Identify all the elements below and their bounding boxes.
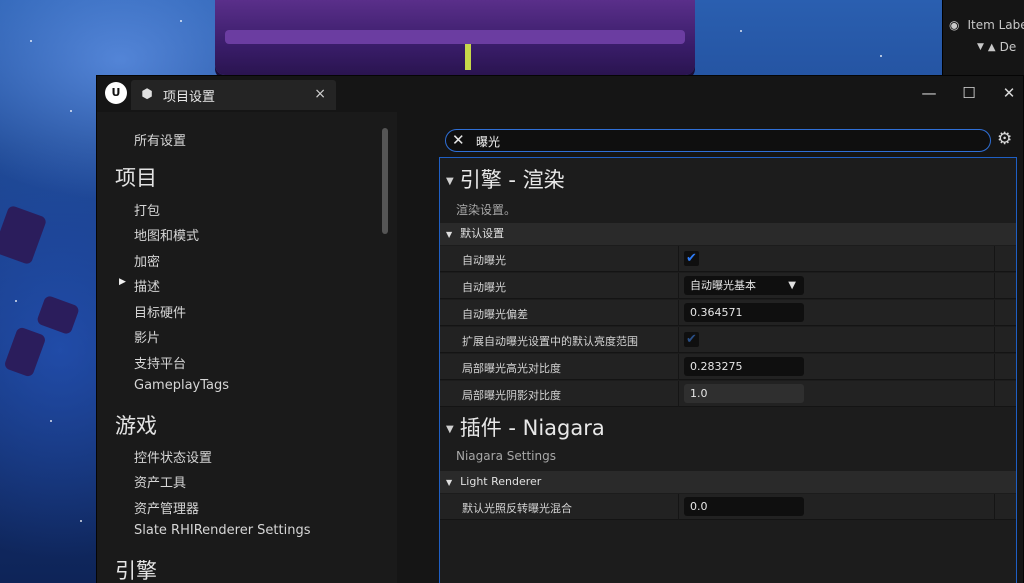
nav-item[interactable]: Slate RHIRenderer Settings — [134, 523, 311, 538]
nav-item[interactable]: 支持平台 — [134, 353, 186, 372]
checkmark-icon: ✔ — [686, 251, 697, 266]
category-header[interactable]: ▼ 默认设置 — [440, 223, 1016, 245]
nav-item[interactable]: GameplayTags — [134, 378, 229, 393]
settings-nav: 所有设置 项目 打包 地图和模式 加密 ▶ 描述 目标硬件 影片 支持平台 Ga… — [97, 112, 397, 583]
property-row: 局部曝光高光对比度 0.283275 — [440, 354, 1016, 380]
property-row: 扩展自动曝光设置中的默认亮度范围 ✔ — [440, 327, 1016, 353]
nav-category-engine: 引擎 — [115, 559, 157, 583]
column-divider[interactable] — [678, 327, 679, 353]
nav-item[interactable]: 控件状态设置 — [134, 447, 212, 466]
checkmark-icon: ✔ — [686, 332, 697, 347]
nav-category-project: 项目 — [115, 166, 157, 190]
nav-category-game: 游戏 — [115, 414, 157, 438]
settings-panel: ✕ ⚙ ▼ 引擎 - 渲染 渲染设置。 ▼ 默认设置 自动曝光 ✔ 自动曝光 — [397, 112, 1023, 583]
maximize-button[interactable]: ☐ — [954, 80, 984, 106]
column-divider — [994, 273, 995, 299]
property-row: 自动曝光 ✔ — [440, 246, 1016, 272]
nav-scrollbar[interactable] — [382, 128, 388, 234]
outliner-column-header: Item Label — [967, 18, 1024, 32]
castle-mesh — [215, 0, 695, 75]
category-header[interactable]: ▼ Light Renderer — [440, 471, 1016, 493]
column-divider[interactable] — [678, 246, 679, 272]
settings-cube-icon: ⬢ — [141, 87, 153, 102]
dropdown-value: 自动曝光基本 — [690, 279, 756, 292]
column-divider[interactable] — [678, 494, 679, 520]
close-icon[interactable]: ✕ — [452, 131, 465, 149]
extend-luminance-range-checkbox[interactable]: ✔ — [684, 332, 699, 347]
rock-decor — [35, 294, 81, 336]
property-name: 自动曝光偏差 — [462, 308, 528, 321]
section-title-text: 引擎 - 渲染 — [459, 168, 565, 192]
tab-close-button[interactable]: × — [314, 86, 326, 102]
collapse-arrow-icon[interactable]: ▼ — [446, 478, 452, 487]
property-name: 局部曝光阴影对比度 — [462, 389, 561, 402]
section-description: Niagara Settings — [456, 449, 556, 463]
collapse-arrow-icon[interactable]: ▼ — [446, 230, 452, 239]
column-divider[interactable] — [678, 381, 679, 407]
property-row: 自动曝光 自动曝光基本 ▼ — [440, 273, 1016, 299]
nav-item-selected[interactable]: 描述 — [134, 276, 160, 295]
property-row: 默认光照反转曝光混合 0.0 — [440, 494, 1016, 520]
property-name: 自动曝光 — [462, 254, 506, 267]
column-divider[interactable] — [678, 354, 679, 380]
inverse-exposure-blend-input[interactable]: 0.0 — [684, 497, 804, 516]
highlight-contrast-input[interactable]: 0.283275 — [684, 357, 804, 376]
nav-all-settings[interactable]: 所有设置 — [134, 130, 186, 149]
details-view: ▼ 引擎 - 渲染 渲染设置。 ▼ 默认设置 自动曝光 ✔ 自动曝光 自动曝光基本 … — [439, 157, 1017, 583]
collapse-arrow-icon[interactable]: ▼ — [446, 424, 454, 435]
chevron-down-icon: ▼ — [788, 280, 796, 291]
column-divider[interactable] — [678, 300, 679, 326]
world-outliner: ◉ Item Label ▼ ▲ De — [942, 0, 1024, 75]
column-divider — [994, 494, 995, 520]
section-description: 渲染设置。 — [456, 203, 517, 217]
selected-arrow-icon: ▶ — [119, 277, 126, 287]
nav-item[interactable]: 加密 — [134, 251, 160, 270]
project-settings-window: U ⬢ 项目设置 × — ☐ ✕ 所有设置 项目 打包 地图和模式 加密 ▶ 描… — [96, 75, 1024, 583]
column-divider[interactable] — [678, 273, 679, 299]
collapse-arrow-icon[interactable]: ▼ — [446, 176, 454, 187]
tab-label: 项目设置 — [163, 89, 216, 105]
nav-item[interactable]: 影片 — [134, 327, 160, 346]
close-window-button[interactable]: ✕ — [994, 80, 1024, 106]
nav-item[interactable]: 资产工具 — [134, 472, 186, 491]
column-divider — [994, 300, 995, 326]
section-title-text: 插件 - Niagara — [459, 416, 605, 440]
nav-item[interactable]: 打包 — [134, 200, 160, 219]
nav-item[interactable]: 地图和模式 — [134, 225, 199, 244]
gear-icon[interactable]: ⚙ — [997, 129, 1012, 149]
property-name: 自动曝光 — [462, 281, 506, 294]
nav-item[interactable]: 目标硬件 — [134, 302, 186, 321]
column-divider — [994, 327, 995, 353]
expand-arrow-icon[interactable]: ▼ — [977, 42, 984, 52]
property-name: 局部曝光高光对比度 — [462, 362, 561, 375]
tab-project-settings[interactable]: ⬢ 项目设置 × — [131, 80, 336, 110]
nav-item[interactable]: 资产管理器 — [134, 498, 199, 517]
title-bar[interactable]: U ⬢ 项目设置 × — ☐ ✕ — [97, 76, 1023, 112]
auto-exposure-method-dropdown[interactable]: 自动曝光基本 ▼ — [684, 276, 804, 295]
property-row: 自动曝光偏差 0.364571 — [440, 300, 1016, 326]
unreal-logo-icon: U — [105, 82, 127, 104]
column-divider — [994, 381, 995, 407]
outliner-item-label[interactable]: De — [1000, 40, 1017, 54]
section-title[interactable]: ▼ 引擎 - 渲染 — [446, 164, 565, 194]
auto-exposure-checkbox[interactable]: ✔ — [684, 251, 699, 266]
mountain-icon: ▲ — [987, 41, 996, 53]
property-name: 默认光照反转曝光混合 — [462, 502, 572, 515]
rock-decor — [3, 326, 47, 378]
category-label: Light Renderer — [460, 475, 542, 488]
property-row: 局部曝光阴影对比度 1.0 — [440, 381, 1016, 407]
shadow-contrast-input[interactable]: 1.0 — [684, 384, 804, 403]
search-box[interactable]: ✕ — [445, 129, 991, 152]
column-divider — [994, 246, 995, 272]
minimize-button[interactable]: — — [914, 80, 944, 106]
rock-decor — [0, 204, 48, 266]
section-title[interactable]: ▼ 插件 - Niagara — [446, 412, 605, 442]
search-input[interactable] — [476, 132, 976, 150]
column-divider — [994, 354, 995, 380]
category-label: 默认设置 — [460, 227, 505, 240]
eye-icon[interactable]: ◉ — [949, 18, 959, 32]
exposure-bias-input[interactable]: 0.364571 — [684, 303, 804, 322]
property-name: 扩展自动曝光设置中的默认亮度范围 — [462, 335, 638, 348]
